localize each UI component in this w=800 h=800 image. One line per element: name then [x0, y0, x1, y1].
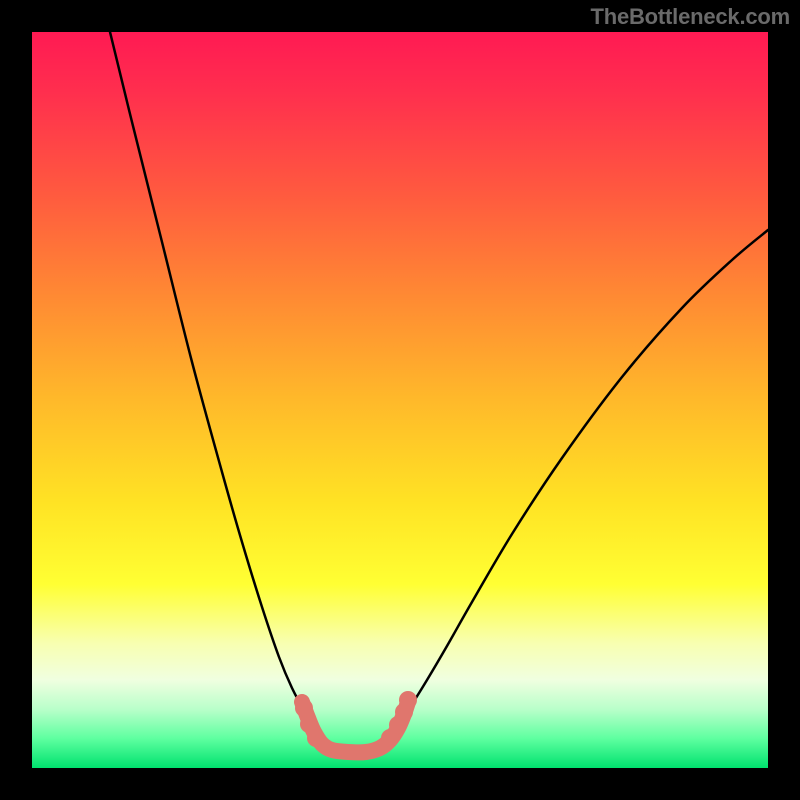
chart-svg	[32, 32, 768, 768]
curve-left-branch	[110, 32, 314, 724]
chart-frame	[32, 32, 768, 768]
curve-right-branch	[400, 230, 768, 720]
overlay-dot	[307, 729, 325, 747]
watermark-text: TheBottleneck.com	[590, 4, 790, 30]
overlay-dot	[295, 699, 313, 717]
overlay-dot	[399, 691, 417, 709]
